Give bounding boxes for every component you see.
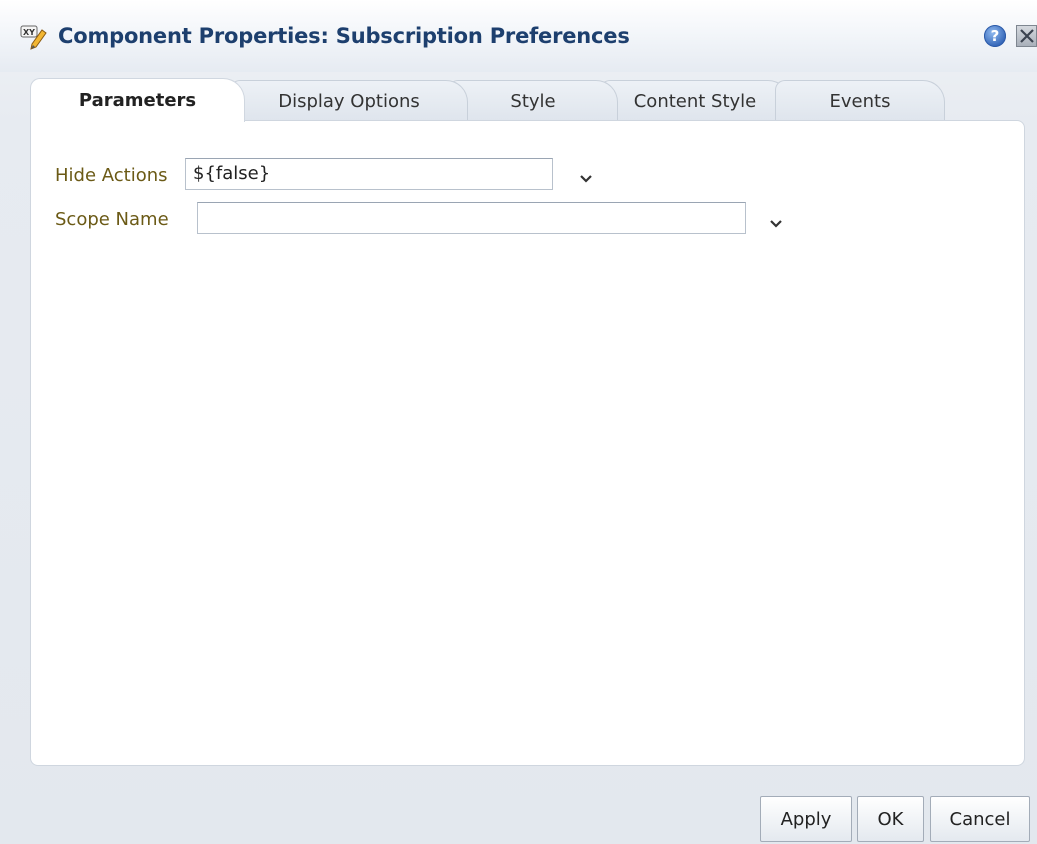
hide-actions-input[interactable]: ${false} [185,158,553,190]
tab-display-options[interactable]: Display Options [230,80,468,120]
tab-parameters[interactable]: Parameters [30,78,245,122]
component-properties-dialog: XY Component Properties: Subscription Pr… [0,0,1037,844]
close-icon[interactable] [1016,25,1037,47]
parameters-panel: Hide Actions ${false} Scope Name [30,120,1025,766]
chevron-down-icon[interactable] [579,169,593,183]
xy-edit-icon: XY [20,24,48,50]
tab-bar: Content Style Events Style Display Optio… [30,78,1010,122]
tab-style[interactable]: Style [448,80,618,120]
tab-events[interactable]: Events [775,80,945,120]
hide-actions-label: Hide Actions [55,165,168,186]
dialog-title: Component Properties: Subscription Prefe… [58,24,630,48]
tab-content-style[interactable]: Content Style [600,80,790,120]
svg-text:XY: XY [23,28,35,37]
ok-button[interactable]: OK [857,796,924,842]
apply-button[interactable]: Apply [760,796,852,842]
scope-name-label: Scope Name [55,209,169,230]
chevron-down-icon[interactable] [769,214,783,228]
help-icon[interactable]: ? [984,25,1006,47]
cancel-button[interactable]: Cancel [930,796,1030,842]
scope-name-input[interactable] [197,202,746,234]
dialog-titlebar: XY Component Properties: Subscription Pr… [0,0,1037,72]
